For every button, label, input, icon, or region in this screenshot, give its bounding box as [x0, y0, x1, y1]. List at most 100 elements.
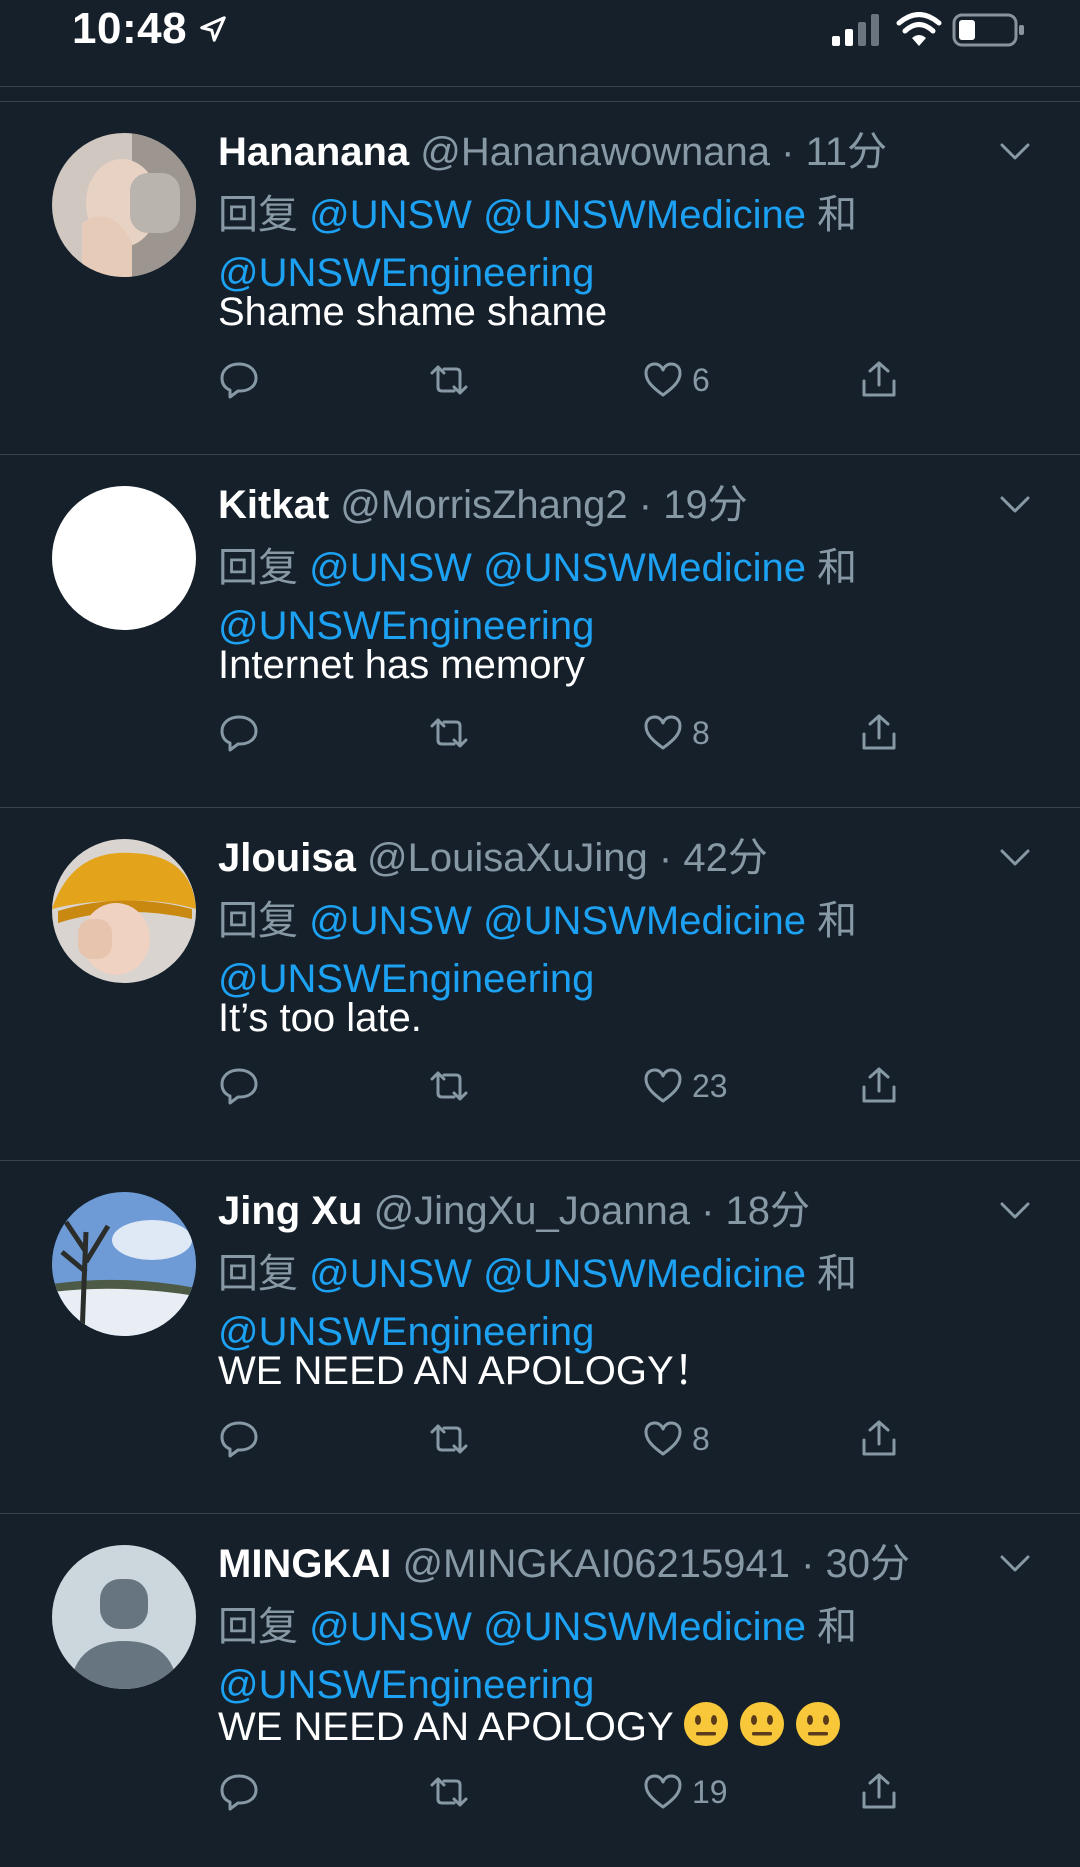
avatar[interactable] [52, 1192, 196, 1336]
retweet-icon [430, 718, 468, 748]
mention-link[interactable]: @UNSWMedicine [483, 1605, 806, 1649]
separator: · [801, 1542, 815, 1586]
replying-to: 回复 @UNSW @UNSWMedicine 和 @UNSWEngineerin… [218, 539, 918, 655]
tweet[interactable]: Hananana @Hananawownana · 11分 回复 @UNSW @… [0, 102, 1080, 455]
mention-link[interactable]: @UNSW [309, 899, 472, 943]
separator: · [658, 836, 673, 880]
avatar[interactable] [52, 1545, 196, 1689]
tweet-header: MINGKAI @MINGKAI06215941 · 30分 [218, 1540, 910, 1588]
tweet-actions: 23 [218, 1064, 918, 1108]
reply-button[interactable] [218, 358, 260, 402]
share-button[interactable] [858, 1417, 900, 1461]
like-count: 19 [692, 1773, 728, 1810]
like-button[interactable]: 8 [642, 711, 710, 755]
reply-button[interactable] [218, 1770, 260, 1814]
heart-icon [644, 1774, 682, 1809]
avatar-photo [52, 839, 196, 983]
user-handle[interactable]: @MINGKAI06215941 [402, 1542, 789, 1586]
like-button[interactable]: 19 [642, 1770, 728, 1814]
user-handle[interactable]: @MorrisZhang2 [340, 483, 627, 527]
chevron-down-icon[interactable] [996, 1552, 1034, 1576]
avatar[interactable] [52, 839, 196, 983]
chevron-down-icon[interactable] [996, 493, 1034, 517]
avatar-photo [52, 133, 196, 277]
tweet-actions: 8 [218, 1417, 918, 1461]
mention-link[interactable]: @UNSWMedicine [483, 546, 806, 590]
reply-icon [220, 362, 258, 399]
replying-to: 回复 @UNSW @UNSWMedicine 和 @UNSWEngineerin… [218, 892, 918, 1008]
retweet-button[interactable] [428, 1770, 470, 1814]
default-profile-icon [52, 1545, 196, 1689]
mention-link[interactable]: @UNSWMedicine [483, 1252, 806, 1296]
mention-link[interactable]: @UNSWMedicine [483, 899, 806, 943]
like-button[interactable]: 8 [642, 1417, 710, 1461]
share-button[interactable] [858, 1770, 900, 1814]
share-icon [862, 1067, 896, 1103]
chevron-down-icon[interactable] [996, 140, 1034, 164]
display-name[interactable]: Kitkat [218, 483, 329, 527]
reply-icon [220, 1421, 258, 1458]
user-handle[interactable]: @LouisaXuJing [367, 836, 648, 880]
timestamp[interactable]: 11分 [806, 130, 888, 174]
reply-button[interactable] [218, 711, 260, 755]
reply-icon [220, 715, 258, 752]
retweet-button[interactable] [428, 1064, 470, 1108]
reply-prefix: 回复 [218, 193, 298, 237]
user-handle[interactable]: @Hananawownana [420, 130, 770, 174]
replying-to: 回复 @UNSW @UNSWMedicine 和 @UNSWEngineerin… [218, 186, 918, 302]
chevron-down-icon[interactable] [996, 846, 1034, 870]
share-icon [862, 361, 896, 397]
retweet-button[interactable] [428, 358, 470, 402]
reply-button[interactable] [218, 1064, 260, 1108]
like-button[interactable]: 23 [642, 1064, 728, 1108]
timestamp[interactable]: 19分 [663, 483, 748, 527]
tweet[interactable]: Kitkat @MorrisZhang2 · 19分 回复 @UNSW @UNS… [0, 455, 1080, 808]
avatar-photo [52, 486, 196, 630]
mention-link[interactable]: @UNSW [309, 1605, 472, 1649]
replying-to: 回复 @UNSW @UNSWMedicine 和 @UNSWEngineerin… [218, 1245, 918, 1361]
like-count: 23 [692, 1067, 728, 1104]
retweet-button[interactable] [428, 1417, 470, 1461]
reply-prefix: 回复 [218, 899, 298, 943]
heart-icon [644, 362, 682, 397]
user-handle[interactable]: @JingXu_Joanna [374, 1189, 690, 1233]
tweet-text: Shame shame shame [218, 288, 607, 336]
retweet-icon [430, 1071, 468, 1101]
tweet[interactable]: Jing Xu @JingXu_Joanna · 18分 回复 @UNSW @U… [0, 1161, 1080, 1514]
header-divider [0, 86, 1080, 87]
avatar[interactable] [52, 486, 196, 630]
retweet-button[interactable] [428, 711, 470, 755]
tweet[interactable]: MINGKAI @MINGKAI06215941 · 30分 回复 @UNSW … [0, 1514, 1080, 1867]
timestamp[interactable]: 42分 [683, 836, 768, 880]
tweet-text-content: WE NEED AN APOLOGY！ [218, 1349, 714, 1393]
display-name[interactable]: MINGKAI [218, 1542, 391, 1586]
share-button[interactable] [858, 1064, 900, 1108]
reply-prefix: 回复 [218, 546, 298, 590]
display-name[interactable]: Jing Xu [218, 1189, 362, 1233]
avatar[interactable] [52, 133, 196, 277]
tweet-header: Hananana @Hananawownana · 11分 [218, 128, 887, 176]
mention-link[interactable]: @UNSW [309, 546, 472, 590]
mention-link[interactable]: @UNSWMedicine [483, 193, 806, 237]
mention-conjunction: 和 [817, 1605, 858, 1649]
tweet-text-content: Shame shame shame [218, 290, 608, 334]
share-button[interactable] [858, 711, 900, 755]
timestamp[interactable]: 30分 [826, 1542, 911, 1586]
mention-link[interactable]: @UNSW [309, 193, 472, 237]
share-icon [862, 714, 896, 750]
tweet[interactable]: Jlouisa @LouisaXuJing · 42分 回复 @UNSW @UN… [0, 808, 1080, 1161]
tweet-text-content: WE NEED AN APOLOGY [218, 1705, 674, 1749]
share-button[interactable] [858, 358, 900, 402]
chevron-down-icon[interactable] [996, 1199, 1034, 1223]
timestamp[interactable]: 18分 [726, 1189, 811, 1233]
like-button[interactable]: 6 [642, 358, 710, 402]
display-name[interactable]: Hananana [218, 130, 409, 174]
separator: · [638, 483, 653, 527]
reply-button[interactable] [218, 1417, 260, 1461]
tweet-text-content: It’s too late. [218, 996, 422, 1040]
mention-conjunction: 和 [817, 193, 858, 237]
mention-link[interactable]: @UNSW [309, 1252, 472, 1296]
reply-icon [220, 1774, 258, 1811]
display-name[interactable]: Jlouisa [218, 836, 356, 880]
tweet-actions: 6 [218, 358, 918, 402]
